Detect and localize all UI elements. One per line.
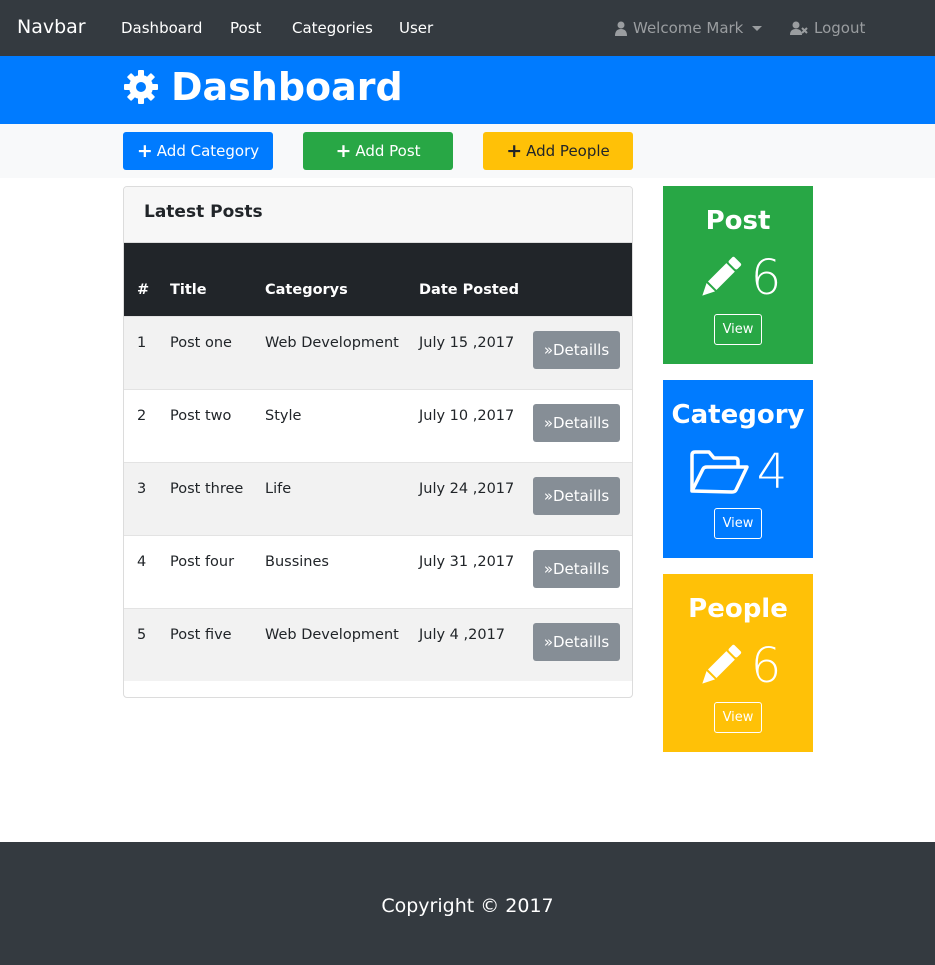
row-date: July 31 ,2017 [419,553,515,570]
nav-link-categories[interactable]: Categories [292,19,373,37]
stat-count: 4 [756,444,788,500]
row-date: July 4 ,2017 [419,626,506,643]
latest-posts-card: Latest Posts # Title Categorys Date Post… [123,186,633,698]
nav-link-dashboard[interactable]: Dashboard [121,19,202,37]
table-row: 3 Post three Life July 24 ,2017 » Detaill… [124,462,632,535]
details-button[interactable]: » Detaills [533,476,620,515]
stat-count: 6 [750,250,782,306]
navbar: Navbar Dashboard Post Categories User We… [0,0,935,56]
plus-icon: + [506,139,523,162]
nav-link-user[interactable]: User [399,19,433,37]
double-chevron-right-icon: » [543,340,553,359]
add-post-label: Add Post [355,142,421,160]
folder-open-icon [689,450,749,494]
row-number: 2 [137,407,147,424]
plus-icon: + [136,139,153,162]
double-chevron-right-icon: » [543,632,553,651]
stat-title: Post [705,206,771,236]
add-people-label: Add People [526,142,610,160]
details-label: Detaills [553,559,610,578]
stat-count: 6 [750,638,782,694]
table-row: 2 Post two Style July 10 ,2017 » Detaills [124,389,632,462]
add-people-button[interactable]: + Add People [483,132,633,170]
row-title: Post three [170,480,244,497]
welcome-label: Welcome Mark [633,19,744,37]
double-chevron-right-icon: » [543,559,553,578]
view-button[interactable]: View [714,702,762,733]
user-icon [615,21,627,36]
page-title-text: Dashboard [171,65,403,109]
row-title: Post one [170,334,232,351]
column-header-actions [529,243,632,316]
column-header-number: # [137,281,150,298]
row-title: Post five [170,626,232,643]
row-number: 1 [137,334,147,351]
caret-down-icon [752,25,763,31]
posts-table: # Title Categorys Date Posted 1 Post one… [124,243,632,681]
column-header-category: Categorys [265,281,348,298]
view-button[interactable]: View [714,508,762,539]
details-button[interactable]: » Detaills [533,403,620,442]
row-category: Web Development [265,334,399,351]
view-button[interactable]: View [714,314,762,345]
add-post-button[interactable]: + Add Post [303,132,453,170]
row-category: Life [265,480,292,497]
details-button[interactable]: » Detaills [533,330,620,369]
pencil-icon [702,256,741,296]
nav-link-post[interactable]: Post [230,19,261,37]
gear-icon [124,70,158,104]
table-row: 4 Post four Bussines July 31 ,2017 » Deta… [124,535,632,608]
row-category: Bussines [265,553,329,570]
row-number: 4 [137,553,147,570]
row-date: July 24 ,2017 [419,480,515,497]
plus-icon: + [335,139,352,162]
details-label: Detaills [553,340,610,359]
add-category-label: Add Category [156,142,260,160]
page-title: Dashboard [123,65,403,109]
double-chevron-right-icon: » [543,413,553,432]
table-header-row: # Title Categorys Date Posted [124,243,632,316]
add-category-button[interactable]: + Add Category [123,132,273,170]
stat-title: Category [671,400,805,430]
row-title: Post two [170,407,232,424]
row-title: Post four [170,553,235,570]
details-button[interactable]: » Detaills [533,622,620,661]
row-number: 3 [137,480,147,497]
card-title: Latest Posts [124,187,632,243]
user-times-icon [790,21,808,35]
details-label: Detaills [553,632,610,651]
copyright-text: Copyright © 2017 [381,895,554,917]
logout-label: Logout [814,19,866,37]
column-header-title: Title [170,281,207,298]
navbar-brand[interactable]: Navbar [17,16,86,38]
row-number: 5 [137,626,147,643]
double-chevron-right-icon: » [543,486,553,505]
row-date: July 15 ,2017 [419,334,515,351]
welcome-dropdown[interactable]: Welcome Mark [615,19,763,37]
stat-box-people: People 6 View [663,574,813,752]
stat-box-post: Post 6 View [663,186,813,364]
column-header-date: Date Posted [419,281,519,298]
footer: Copyright © 2017 [0,842,935,965]
details-label: Detaills [553,486,610,505]
row-category: Style [265,407,302,424]
stat-title: People [688,594,788,624]
action-bar: + Add Category + Add Post + Add People [0,124,935,178]
details-label: Detaills [553,413,610,432]
row-category: Web Development [265,626,399,643]
table-row: 5 Post five Web Development July 4 ,2017… [124,608,632,681]
page-header: Dashboard [0,56,935,124]
row-date: July 10 ,2017 [419,407,515,424]
pencil-icon [702,644,741,684]
table-row: 1 Post one Web Development July 15 ,2017… [124,316,632,389]
details-button[interactable]: » Detaills [533,549,620,588]
stat-box-category: Category 4 View [663,380,813,558]
logout-link[interactable]: Logout [790,19,865,37]
